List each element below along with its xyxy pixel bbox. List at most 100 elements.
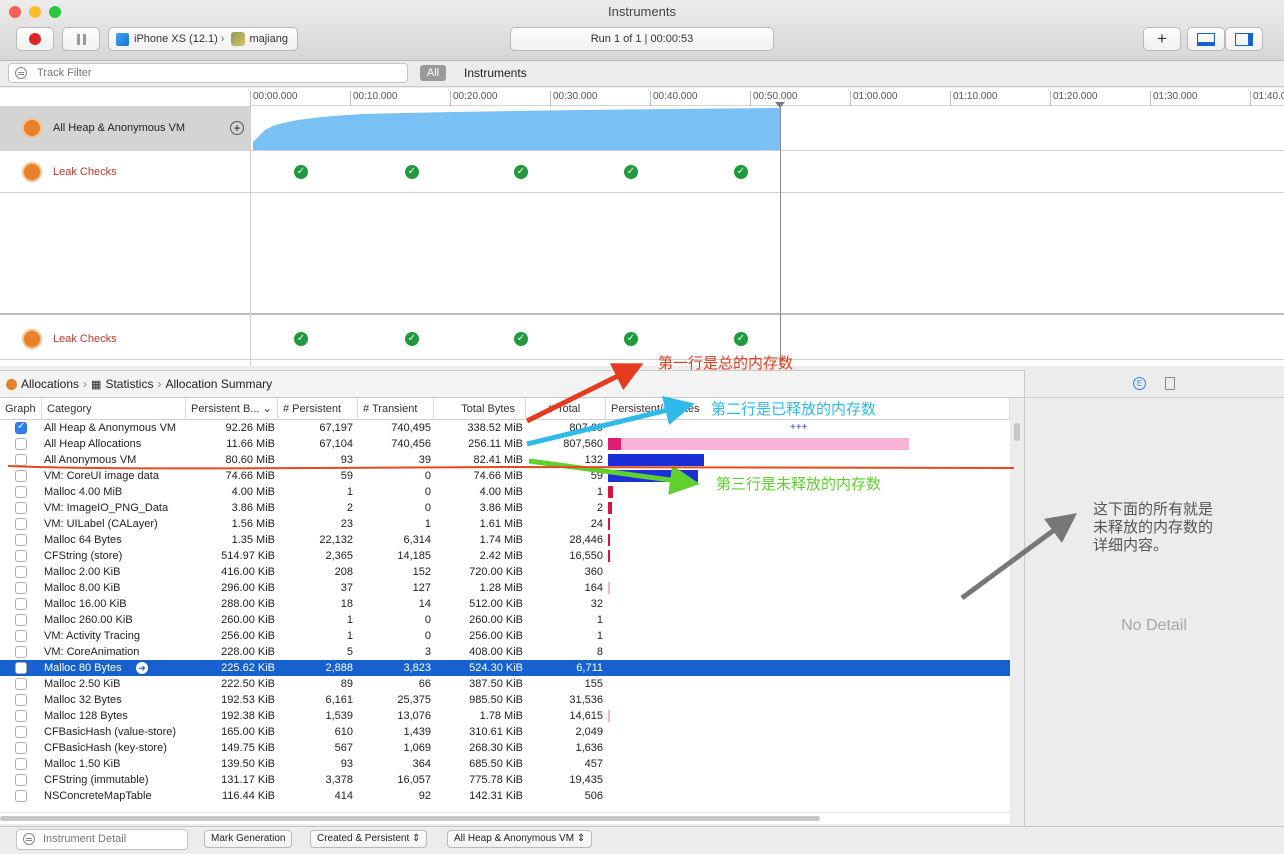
col-transient[interactable]: # Transient <box>358 398 434 420</box>
histogram-bar <box>608 710 610 722</box>
table-row[interactable]: VM: Activity Tracing 256.00 KiB 1 0 256.00 K… <box>0 628 1010 644</box>
mark-generation-button[interactable]: Mark Generation <box>204 830 293 848</box>
leak-check-icon[interactable]: ✓ <box>514 332 528 346</box>
col-persistent-bytes[interactable]: Persistent B... ⌄ <box>186 398 278 420</box>
table-row[interactable]: Malloc 64 Bytes 1.35 MiB 22,132 6,314 1.74 M… <box>0 532 1010 548</box>
go-arrow-icon[interactable]: ➜ <box>136 662 148 674</box>
col-graph[interactable]: Graph <box>0 398 42 420</box>
document-icon[interactable] <box>1165 377 1175 390</box>
jump-bar: Allocations › ▦ Statistics › Allocation … <box>0 370 1024 398</box>
statistics-table: Graph Category Persistent B... ⌄ # Persi… <box>0 398 1010 812</box>
graph-checkbox[interactable] <box>15 486 27 498</box>
pause-button[interactable] <box>62 27 100 51</box>
track-label-cell[interactable]: Leak Checks <box>0 151 250 192</box>
track-leaks[interactable]: Leak Checks <box>0 151 1284 193</box>
table-row[interactable]: Malloc 2.00 KiB 416.00 KiB 208 152 720.00 Ki… <box>0 564 1010 580</box>
jump-allocations[interactable]: Allocations <box>21 377 79 391</box>
graph-checkbox[interactable] <box>15 694 27 706</box>
graph-checkbox[interactable] <box>15 566 27 578</box>
table-row[interactable]: CFBasicHash (value-store) 165.00 KiB 610 1,… <box>0 724 1010 740</box>
graph-checkbox[interactable] <box>15 646 27 658</box>
graph-checkbox[interactable] <box>15 550 27 562</box>
graph-checkbox[interactable] <box>15 582 27 594</box>
graph-checkbox[interactable] <box>15 614 27 626</box>
graph-checkbox[interactable] <box>15 758 27 770</box>
col-persistent-count[interactable]: # Persistent <box>278 398 358 420</box>
table-row[interactable]: Malloc 80 Bytes 225.62 KiB 2,888 3,823 524.3… <box>0 660 1010 676</box>
instrument-detail-field[interactable] <box>16 829 188 850</box>
track-leaks-detail[interactable]: Leak Checks <box>0 318 1284 360</box>
histogram-bar <box>608 486 613 498</box>
horizontal-scrollbar[interactable] <box>0 816 820 821</box>
track-filter-input[interactable] <box>37 67 397 79</box>
graph-checkbox[interactable] <box>15 710 27 722</box>
leak-check-icon[interactable]: ✓ <box>734 165 748 179</box>
extended-detail-icon[interactable]: E <box>1133 377 1146 390</box>
table-row[interactable]: All Heap & Anonymous VM 92.26 MiB 67,197 74… <box>0 420 1010 436</box>
leak-check-icon[interactable]: ✓ <box>624 165 638 179</box>
vertical-scrollbar[interactable] <box>1014 423 1020 441</box>
leak-check-icon[interactable]: ✓ <box>405 332 419 346</box>
table-row[interactable]: Malloc 32 Bytes 192.53 KiB 6,161 25,375 985.… <box>0 692 1010 708</box>
graph-checkbox[interactable] <box>15 598 27 610</box>
jump-statistics[interactable]: Statistics <box>105 377 153 391</box>
table-row[interactable]: VM: UILabel (CALayer) 1.56 MiB 23 1 1.61 MiB… <box>0 516 1010 532</box>
cell-category: All Anonymous VM <box>44 454 137 466</box>
cell-category: NSConcreteMapTable <box>44 790 152 802</box>
col-total-bytes[interactable]: Total Bytes <box>434 398 526 420</box>
graph-checkbox[interactable] <box>15 454 27 466</box>
table-row[interactable]: NSConcreteMapTable 116.44 KiB 414 92 142.31 … <box>0 788 1010 804</box>
table-row[interactable]: VM: CoreAnimation 228.00 KiB 5 3 408.00 KiB 8 <box>0 644 1010 660</box>
table-row[interactable]: Malloc 2.50 KiB 222.50 KiB 89 66 387.50 KiB 1… <box>0 676 1010 692</box>
table-row[interactable]: Malloc 128 Bytes 192.38 KiB 1,539 13,076 1.7… <box>0 708 1010 724</box>
time-ruler[interactable]: 00:00.000 00:10.000 00:20.000 00:30.000 … <box>250 88 1284 106</box>
table-row[interactable]: Malloc 16.00 KiB 288.00 KiB 18 14 512.00 KiB… <box>0 596 1010 612</box>
col-category[interactable]: Category <box>42 398 186 420</box>
all-scope-button[interactable]: All <box>420 65 446 81</box>
add-instrument-button[interactable]: + <box>1143 27 1181 51</box>
graph-checkbox[interactable] <box>15 774 27 786</box>
leak-check-icon[interactable]: ✓ <box>405 165 419 179</box>
graph-checkbox[interactable] <box>15 534 27 546</box>
leak-check-icon[interactable]: ✓ <box>294 165 308 179</box>
table-row[interactable]: Malloc 1.50 KiB 139.50 KiB 93 364 685.50 KiB… <box>0 756 1010 772</box>
playhead[interactable] <box>780 104 781 366</box>
graph-checkbox[interactable] <box>15 438 27 450</box>
toggle-detail-button[interactable] <box>1187 27 1225 51</box>
target-selector[interactable]: iPhone XS (12.1) › majiang <box>108 27 298 51</box>
table-row[interactable]: Malloc 8.00 KiB 296.00 KiB 37 127 1.28 MiB 16… <box>0 580 1010 596</box>
graph-checkbox[interactable] <box>15 630 27 642</box>
table-row[interactable]: VM: ImageIO_PNG_Data 3.86 MiB 2 0 3.86 MiB 2 <box>0 500 1010 516</box>
add-track-icon[interactable]: + <box>230 121 244 135</box>
leak-check-icon[interactable]: ✓ <box>294 332 308 346</box>
track-label-cell[interactable]: Leak Checks <box>0 318 250 359</box>
col-total-count[interactable]: # Total <box>526 398 606 420</box>
lifespan-select[interactable]: Created & Persistent ⇕ <box>310 830 428 848</box>
leak-check-icon[interactable]: ✓ <box>514 165 528 179</box>
graph-checkbox[interactable] <box>15 726 27 738</box>
table-row[interactable]: CFString (store) 514.97 KiB 2,365 14,185 2.4… <box>0 548 1010 564</box>
record-button[interactable] <box>16 27 54 51</box>
table-row[interactable]: All Heap Allocations 11.66 MiB 67,104 740,4… <box>0 436 1010 452</box>
scope-select[interactable]: All Heap & Anonymous VM ⇕ <box>447 830 593 848</box>
graph-checkbox[interactable] <box>15 742 27 754</box>
leak-check-icon[interactable]: ✓ <box>734 332 748 346</box>
table-row[interactable]: Malloc 260.00 KiB 260.00 KiB 1 0 260.00 KiB 1 <box>0 612 1010 628</box>
graph-checkbox[interactable] <box>15 470 27 482</box>
jump-summary[interactable]: Allocation Summary <box>165 377 272 391</box>
graph-checkbox[interactable] <box>15 502 27 514</box>
graph-checkbox[interactable] <box>15 662 27 674</box>
graph-checkbox[interactable] <box>15 421 27 434</box>
instruments-scope-button[interactable]: Instruments <box>464 66 527 80</box>
instrument-detail-input[interactable] <box>43 833 183 845</box>
table-row[interactable]: All Anonymous VM 80.60 MiB 93 39 82.41 MiB 13… <box>0 452 1010 468</box>
graph-checkbox[interactable] <box>15 790 27 802</box>
toggle-inspector-button[interactable] <box>1225 27 1263 51</box>
leak-check-icon[interactable]: ✓ <box>624 332 638 346</box>
graph-checkbox[interactable] <box>15 518 27 530</box>
table-row[interactable]: CFString (immutable) 131.17 KiB 3,378 16,05… <box>0 772 1010 788</box>
track-filter-field[interactable] <box>8 63 408 83</box>
table-row[interactable]: CFBasicHash (key-store) 149.75 KiB 567 1,06… <box>0 740 1010 756</box>
track-label-cell[interactable]: All Heap & Anonymous VM + <box>0 106 250 150</box>
graph-checkbox[interactable] <box>15 678 27 690</box>
